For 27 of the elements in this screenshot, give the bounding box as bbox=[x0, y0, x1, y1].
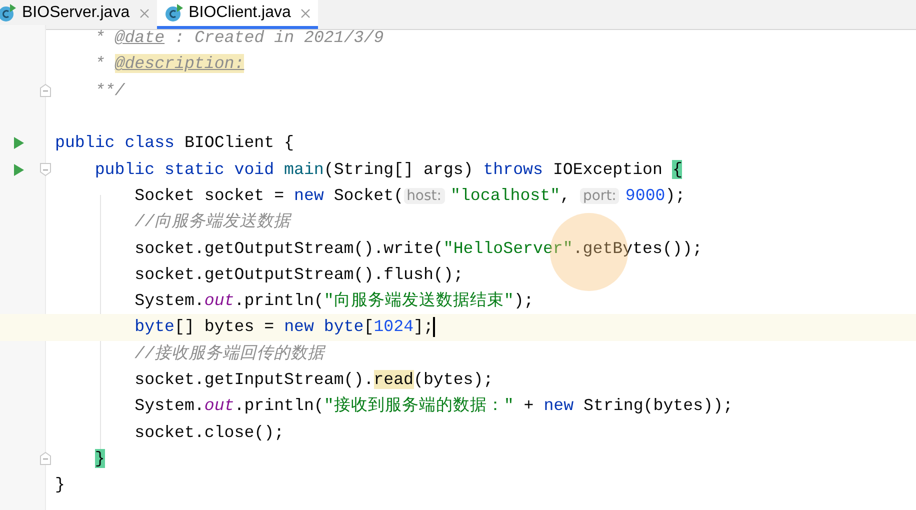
code-line: public class BIOClient { bbox=[55, 132, 294, 154]
close-icon[interactable] bbox=[300, 8, 310, 18]
fold-icon[interactable] bbox=[40, 452, 51, 466]
code-line: System.out.println("向服务端发送数据结束"); bbox=[134, 290, 534, 312]
close-icon[interactable] bbox=[140, 8, 149, 18]
code-line: socket.close(); bbox=[134, 422, 284, 444]
code-line: socket.getOutputStream().flush(); bbox=[134, 264, 464, 286]
code-line: byte[] bytes = new byte[1024]; bbox=[134, 316, 434, 338]
editor-tab[interactable]: BIOClient.java bbox=[156, 0, 318, 29]
comment-line: //向服务端发送数据 bbox=[134, 211, 291, 234]
run-icon[interactable] bbox=[13, 137, 24, 150]
code-line: socket.getOutputStream().write("HelloServer".getBytes()); bbox=[134, 238, 702, 260]
text-caret bbox=[433, 317, 436, 338]
code-line: socket.getInputStream().read(bytes); bbox=[134, 369, 494, 391]
fold-icon[interactable] bbox=[40, 163, 51, 176]
editor-tab[interactable]: BIOServer.java bbox=[0, 0, 157, 29]
comment-line: * @date : Created in 2021/3/9 bbox=[94, 27, 384, 50]
class-file-icon bbox=[0, 4, 16, 22]
comment-line: //接收服务端回传的数据 bbox=[134, 342, 325, 365]
code-line: } bbox=[55, 474, 65, 496]
code-line: Socket socket = new Socket( host: "localhost", port: 9000); bbox=[134, 184, 686, 207]
code-line: public static void main(String[] args) throws IOException { bbox=[94, 158, 682, 181]
run-icon[interactable] bbox=[13, 164, 24, 176]
class-file-icon bbox=[164, 4, 183, 22]
fold-icon[interactable] bbox=[40, 84, 51, 98]
code-line: System.out.println("接收到服务端的数据：" + new String(bytes)); bbox=[134, 395, 733, 418]
comment-line: **/ bbox=[94, 80, 125, 102]
